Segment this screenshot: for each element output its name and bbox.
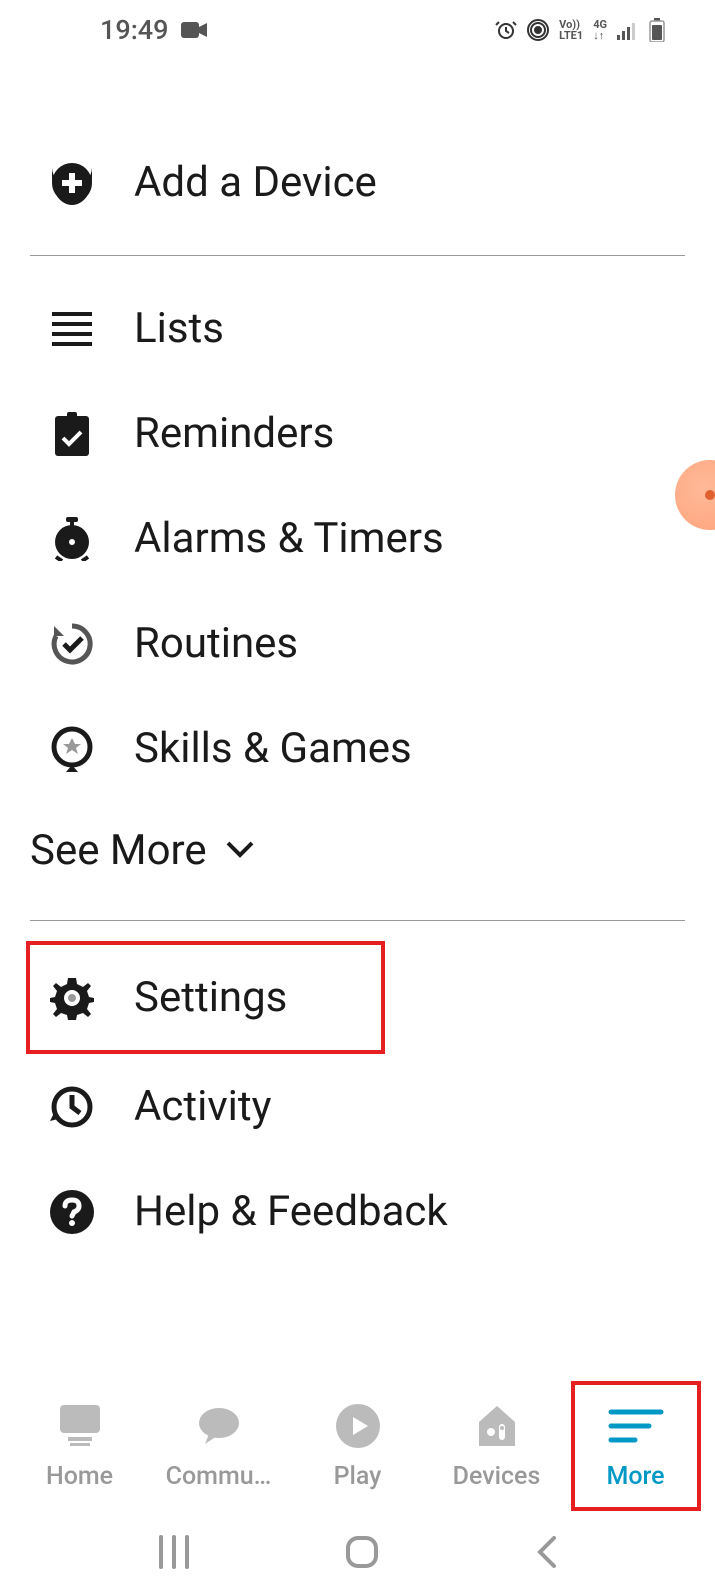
- nav-more[interactable]: More: [571, 1381, 701, 1511]
- system-nav: [0, 1516, 715, 1591]
- routines-label: Routines: [134, 619, 298, 668]
- communicate-icon: [197, 1402, 241, 1450]
- alarms-label: Alarms & Timers: [134, 514, 444, 563]
- status-left: 19:49: [100, 14, 207, 46]
- back-button[interactable]: [534, 1535, 558, 1573]
- battery-icon: [649, 18, 665, 42]
- network-indicator: 4G ↓↑: [593, 19, 607, 41]
- home-icon: [58, 1402, 102, 1450]
- more-icon: [607, 1402, 665, 1450]
- help-label: Help & Feedback: [134, 1187, 448, 1236]
- alarms-item[interactable]: Alarms & Timers: [30, 486, 685, 591]
- skills-label: Skills & Games: [134, 724, 412, 773]
- recents-button[interactable]: [157, 1535, 191, 1573]
- nav-communicate[interactable]: Commu…: [154, 1381, 284, 1511]
- divider: [30, 255, 685, 256]
- hotspot-icon: [527, 19, 549, 41]
- routines-icon: [50, 622, 94, 666]
- skills-item[interactable]: Skills & Games: [30, 696, 685, 801]
- see-more-item[interactable]: See More: [30, 801, 685, 900]
- nav-play-label: Play: [334, 1462, 382, 1491]
- alarms-icon: [50, 517, 94, 561]
- play-icon: [336, 1402, 380, 1450]
- status-time: 19:49: [100, 14, 169, 46]
- routines-item[interactable]: Routines: [30, 591, 685, 696]
- activity-item[interactable]: Activity: [30, 1054, 685, 1159]
- nav-devices[interactable]: Devices: [432, 1381, 562, 1511]
- gear-icon: [50, 976, 94, 1020]
- reminders-icon: [50, 412, 94, 456]
- video-icon: [181, 20, 207, 40]
- activity-icon: [50, 1085, 94, 1129]
- lte-indicator: Vo)) LTE1: [559, 19, 583, 41]
- divider: [30, 920, 685, 921]
- status-bar: 19:49 Vo)) LTE1 4G ↓↑: [0, 0, 715, 60]
- see-more-label: See More: [30, 826, 207, 875]
- help-icon: [50, 1190, 94, 1234]
- chevron-down-icon: [225, 840, 255, 862]
- nav-play[interactable]: Play: [293, 1381, 423, 1511]
- add-device-icon: [50, 161, 94, 205]
- nav-more-label: More: [606, 1462, 664, 1491]
- lists-icon: [50, 307, 94, 351]
- reminders-label: Reminders: [134, 409, 334, 458]
- nav-home[interactable]: Home: [15, 1381, 145, 1511]
- status-right: Vo)) LTE1 4G ↓↑: [495, 18, 665, 42]
- activity-label: Activity: [134, 1082, 272, 1131]
- alarm-status-icon: [495, 19, 517, 41]
- nav-devices-label: Devices: [453, 1462, 541, 1491]
- add-device-item[interactable]: Add a Device: [30, 130, 685, 235]
- help-item[interactable]: Help & Feedback: [30, 1159, 685, 1264]
- more-menu-content: Add a Device Lists Reminders Alarms & Ti…: [0, 60, 715, 1264]
- nav-communicate-label: Commu…: [166, 1462, 272, 1491]
- add-device-label: Add a Device: [134, 158, 377, 207]
- skills-icon: [50, 727, 94, 771]
- signal-icon: [617, 20, 639, 40]
- devices-icon: [475, 1402, 519, 1450]
- nav-home-label: Home: [46, 1462, 113, 1491]
- bottom-nav: Home Commu… Play Devices More: [0, 1376, 715, 1516]
- home-button[interactable]: [345, 1535, 379, 1573]
- settings-label: Settings: [134, 973, 287, 1022]
- lists-item[interactable]: Lists: [30, 276, 685, 381]
- reminders-item[interactable]: Reminders: [30, 381, 685, 486]
- settings-item[interactable]: Settings: [26, 941, 385, 1054]
- lists-label: Lists: [134, 304, 224, 353]
